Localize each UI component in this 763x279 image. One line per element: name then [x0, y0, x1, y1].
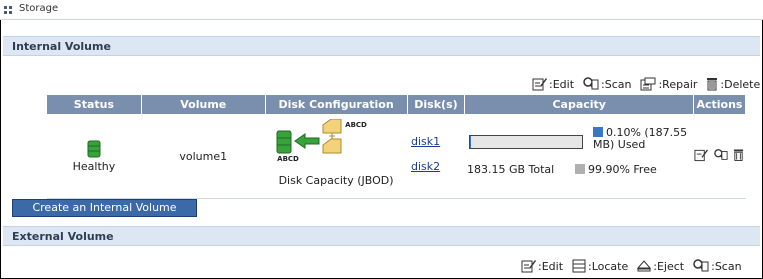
- delete-button[interactable]: :Delete: [706, 77, 760, 91]
- scan-button[interactable]: :Scan: [583, 77, 631, 91]
- capacity-cell: 0.10% (187.55 MB) Used 183.15 GB Total 9…: [464, 114, 694, 199]
- jbod-label-bottom: ABCD: [277, 154, 299, 163]
- disk-configuration-text: Disk Capacity (JBOD): [278, 173, 394, 187]
- trash-icon: [707, 78, 718, 91]
- volume-table: Status Volume Disk Configuration Disk(s)…: [46, 94, 747, 199]
- actions-cell: [693, 114, 746, 199]
- scan-icon: [583, 77, 599, 90]
- row-delete-button[interactable]: [733, 148, 744, 165]
- edit-icon: [532, 78, 547, 91]
- external-edit-button[interactable]: :Edit: [521, 259, 563, 273]
- locate-label: :Locate: [588, 259, 629, 273]
- repair-icon: [640, 77, 656, 91]
- capacity-bar: [468, 134, 583, 149]
- external-volume-title: External Volume: [12, 230, 114, 243]
- create-internal-volume-button[interactable]: Create an Internal Volume: [12, 199, 197, 217]
- edit-label: :Edit: [549, 77, 575, 91]
- capacity-free-text: 99.90% Free: [587, 162, 657, 176]
- internal-volume-header: Internal Volume: [3, 36, 760, 56]
- locate-icon: [572, 259, 586, 273]
- edit-icon: [521, 260, 536, 273]
- row-edit-button[interactable]: [694, 148, 709, 165]
- status-text: Healthy: [72, 160, 116, 173]
- column-header-disk-configuration: Disk Configuration: [264, 94, 408, 115]
- capacity-free: 99.90% Free: [574, 162, 657, 176]
- free-swatch: [574, 163, 585, 174]
- edit-icon: [694, 149, 709, 162]
- volume-name: volume1: [141, 114, 266, 199]
- jbod-label-top: ABCD: [345, 120, 367, 129]
- healthy-disk-icon: [87, 140, 101, 158]
- table-header-row: Status Volume Disk Configuration Disk(s)…: [46, 94, 747, 115]
- edit-button[interactable]: :Edit: [532, 77, 574, 91]
- external-edit-label: :Edit: [538, 259, 564, 273]
- disk2-link[interactable]: disk2: [411, 160, 465, 173]
- column-header-disks: Disk(s): [406, 94, 466, 115]
- eject-label: :Eject: [653, 259, 685, 273]
- column-header-volume: Volume: [140, 94, 266, 115]
- grid-icon: [4, 6, 13, 14]
- scan-icon: [714, 149, 728, 160]
- scan-icon: [693, 259, 709, 272]
- used-swatch: [592, 126, 603, 137]
- window-title: Storage: [19, 3, 59, 14]
- capacity-total: 183.15 GB Total: [466, 162, 555, 176]
- external-toolbar: :Edit :Locate :Eject :Scan: [512, 258, 742, 274]
- disks-cell: disk1 disk2: [407, 114, 465, 199]
- eject-icon: [637, 260, 652, 272]
- disk1-link[interactable]: disk1: [411, 135, 465, 148]
- external-volume-header: External Volume: [3, 226, 760, 246]
- capacity-used-text: 0.10% (187.55 MB) Used: [592, 125, 688, 151]
- status-cell: Healthy: [46, 114, 142, 199]
- title-bar: Storage: [0, 0, 763, 20]
- column-header-status: Status: [46, 94, 142, 115]
- internal-volume-title: Internal Volume: [12, 40, 111, 53]
- column-header-capacity: Capacity: [464, 94, 694, 115]
- trash-icon: [734, 149, 744, 161]
- capacity-used: 0.10% (187.55 MB) Used: [592, 125, 693, 151]
- eject-button[interactable]: :Eject: [637, 259, 684, 273]
- internal-toolbar: :Edit :Scan :Repair :Delete: [523, 76, 760, 92]
- repair-button[interactable]: :Repair: [640, 77, 697, 91]
- locate-button[interactable]: :Locate: [572, 259, 628, 273]
- delete-label: :Delete: [720, 77, 761, 91]
- row-scan-button[interactable]: [714, 148, 728, 165]
- scan-label: :Scan: [601, 77, 632, 91]
- capacity-used-fill: [469, 135, 472, 148]
- external-scan-button[interactable]: :Scan: [693, 259, 742, 273]
- disk-configuration-cell: + ABCD ABCD Disk Capacity (JBOD): [265, 114, 407, 199]
- external-scan-label: :Scan: [711, 259, 742, 273]
- repair-label: :Repair: [658, 77, 698, 91]
- column-header-actions: Actions: [692, 94, 747, 115]
- table-row: Healthy volume1 + ABCD ABCD Disk Capacit…: [46, 114, 746, 199]
